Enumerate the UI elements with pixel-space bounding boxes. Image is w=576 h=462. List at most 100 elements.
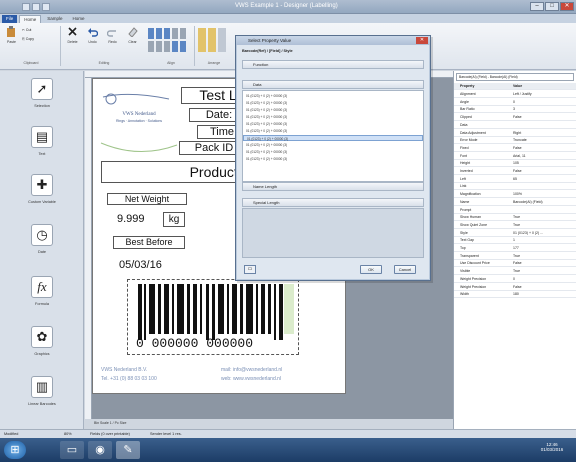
property-row[interactable]: Error Mode Truncate — [454, 137, 576, 145]
send-back-icon[interactable] — [208, 28, 216, 52]
align-center-icon[interactable] — [156, 28, 162, 39]
section-special-length[interactable]: Special Length — [242, 198, 424, 207]
property-row[interactable]: Data Adjustment Right — [454, 130, 576, 137]
list-item[interactable]: 01 (0123) + 0 (2) + 00000 (3) — [243, 142, 423, 148]
undo-icon[interactable] — [42, 3, 50, 11]
tab-file[interactable]: File — [2, 15, 18, 23]
property-value[interactable]: True — [513, 222, 575, 229]
property-row[interactable]: Inverted False — [454, 168, 576, 175]
label-bestbefore-date[interactable]: 05/03/16 — [119, 259, 162, 271]
cut-button[interactable]: ✂ Cut — [22, 28, 31, 32]
cancel-button[interactable]: Cancel — [394, 265, 416, 274]
property-row[interactable]: Use Discount Price False — [454, 260, 576, 268]
property-value[interactable]: True — [513, 253, 575, 260]
align-bottom-icon[interactable] — [148, 41, 154, 52]
section-name-length[interactable]: Name Length — [242, 182, 424, 191]
paste-button[interactable]: Paste — [4, 26, 19, 52]
property-row[interactable]: Name Barcode(AI) (Field) — [454, 199, 576, 206]
property-value[interactable]: 1 — [513, 237, 575, 244]
list-item[interactable]: 01 (0123) + 0 (2) + 00000 (3) — [243, 121, 423, 127]
property-value[interactable]: 3 — [513, 106, 575, 113]
property-row[interactable]: Bar Ratio 3 — [454, 106, 576, 114]
property-row[interactable]: Transparent True — [454, 253, 576, 260]
label-weight-unit[interactable]: kg — [163, 212, 185, 227]
label-product-field[interactable]: Product T — [101, 161, 255, 183]
property-value[interactable]: True — [513, 268, 575, 275]
align-right-icon[interactable] — [164, 28, 170, 39]
property-row[interactable]: Width 180 — [454, 291, 576, 299]
tab-home-2[interactable]: Home — [69, 15, 89, 23]
tool-formula[interactable]: fx Formula — [0, 272, 84, 324]
property-value[interactable]: Truncate — [513, 137, 575, 144]
list-item[interactable]: 01 (0123) + 0 (2) + 00000 (3) — [243, 156, 423, 162]
property-value[interactable]: 65 — [513, 176, 575, 183]
list-item[interactable]: 01 (0123) + 0 (2) + 00000 (3) — [243, 100, 423, 106]
tool-date[interactable]: ◷ Date — [0, 220, 84, 272]
property-value[interactable]: False — [513, 145, 575, 152]
property-row[interactable]: Text Gap 1 — [454, 237, 576, 245]
list-item-selected[interactable]: 01 (0123) + 0 (2) + 00000 (3) — [243, 135, 423, 141]
label-bestbefore-field[interactable]: Best Before — [113, 236, 185, 249]
label-weight-value[interactable]: 9.999 — [117, 213, 145, 225]
start-button[interactable]: ⊞ — [4, 441, 26, 459]
list-item[interactable]: 01 (0123) + 0 (2) + 00000 (3) — [243, 93, 423, 99]
property-row[interactable]: Show Human True — [454, 214, 576, 222]
property-row[interactable]: Alignment Left / Justify — [454, 91, 576, 98]
tool-linear-barcodes[interactable]: ▥ Linear Barcodes — [0, 372, 84, 424]
property-row[interactable]: Weight Precision 0 — [454, 276, 576, 283]
same-width-icon[interactable] — [172, 41, 178, 52]
section-function[interactable]: Function — [242, 60, 424, 69]
align-top-icon[interactable] — [172, 28, 178, 39]
property-value[interactable]: False — [513, 114, 575, 121]
taskbar-app-2[interactable]: ✎ — [116, 441, 140, 459]
align-left-icon[interactable] — [148, 28, 154, 39]
property-row[interactable]: Style 01 (0123) + 0 (2) ... — [454, 230, 576, 237]
clear-button[interactable]: Clear — [125, 26, 140, 52]
property-row[interactable]: Left 65 — [454, 176, 576, 183]
tab-home[interactable]: Home — [19, 15, 42, 23]
group-icon[interactable] — [218, 28, 226, 52]
object-selector[interactable]: Barcode(AI) (Field) - Barcode(AI) (Field… — [456, 73, 574, 81]
maximize-button[interactable]: □ — [545, 2, 559, 11]
property-row[interactable]: Angle 0 — [454, 99, 576, 106]
dialog-close-button[interactable]: ✕ — [416, 37, 428, 44]
property-value[interactable]: False — [513, 284, 575, 291]
undo-button[interactable]: Undo — [85, 26, 100, 52]
property-row[interactable]: Font Arial, 11 — [454, 153, 576, 160]
property-row[interactable]: Visible True — [454, 268, 576, 276]
tool-selection[interactable]: ➚ Selection — [0, 74, 84, 126]
property-value[interactable]: 0 — [513, 99, 575, 106]
property-row[interactable]: Data — [454, 122, 576, 129]
ok-button[interactable]: OK — [360, 265, 382, 274]
property-value[interactable]: False — [513, 168, 575, 175]
taskbar-explorer[interactable]: ▭ — [60, 441, 84, 459]
list-item[interactable]: 01 (0123) + 0 (2) + 00000 (3) — [243, 114, 423, 120]
property-value[interactable]: 0 — [513, 276, 575, 283]
property-row[interactable]: Fixed False — [454, 145, 576, 152]
barcode-selection[interactable]: 0 000000 000000 — [127, 279, 299, 355]
tool-graphics[interactable]: ✿ Graphics — [0, 322, 84, 374]
property-value[interactable]: Arial, 11 — [513, 153, 575, 160]
minimize-button[interactable]: – — [530, 2, 544, 11]
dialog-menu-button[interactable]: ▭ — [244, 265, 256, 274]
copy-button[interactable]: ⎘ Copy — [22, 37, 34, 41]
delete-button[interactable]: Delete — [65, 26, 80, 52]
save-icon[interactable] — [32, 3, 40, 11]
list-item[interactable]: 01 (0123) + 0 (2) + 00000 (3) — [243, 128, 423, 134]
list-item[interactable]: 01 (0123) + 0 (2) + 00000 (3) — [243, 149, 423, 155]
close-button[interactable]: ✕ — [560, 2, 574, 11]
property-row[interactable]: Magnification 100% — [454, 191, 576, 199]
property-value[interactable]: 100% — [513, 191, 575, 198]
list-item[interactable]: 01 (0123) + 0 (2) + 00000 (3) — [243, 107, 423, 113]
app-icon[interactable] — [22, 3, 30, 11]
label-netweight-field[interactable]: Net Weight — [107, 193, 187, 205]
property-row[interactable]: Show Quiet Zone True — [454, 222, 576, 229]
property-value[interactable]: 177 — [513, 245, 575, 252]
property-row[interactable]: Prompt — [454, 207, 576, 214]
distribute-h-icon[interactable] — [156, 41, 162, 52]
property-value[interactable]: 180 — [513, 291, 575, 298]
same-height-icon[interactable] — [180, 41, 186, 52]
section-data[interactable]: Data — [242, 80, 424, 89]
property-value[interactable]: Barcode(AI) (Field) — [513, 199, 575, 206]
property-row[interactable]: Height 105 — [454, 160, 576, 168]
